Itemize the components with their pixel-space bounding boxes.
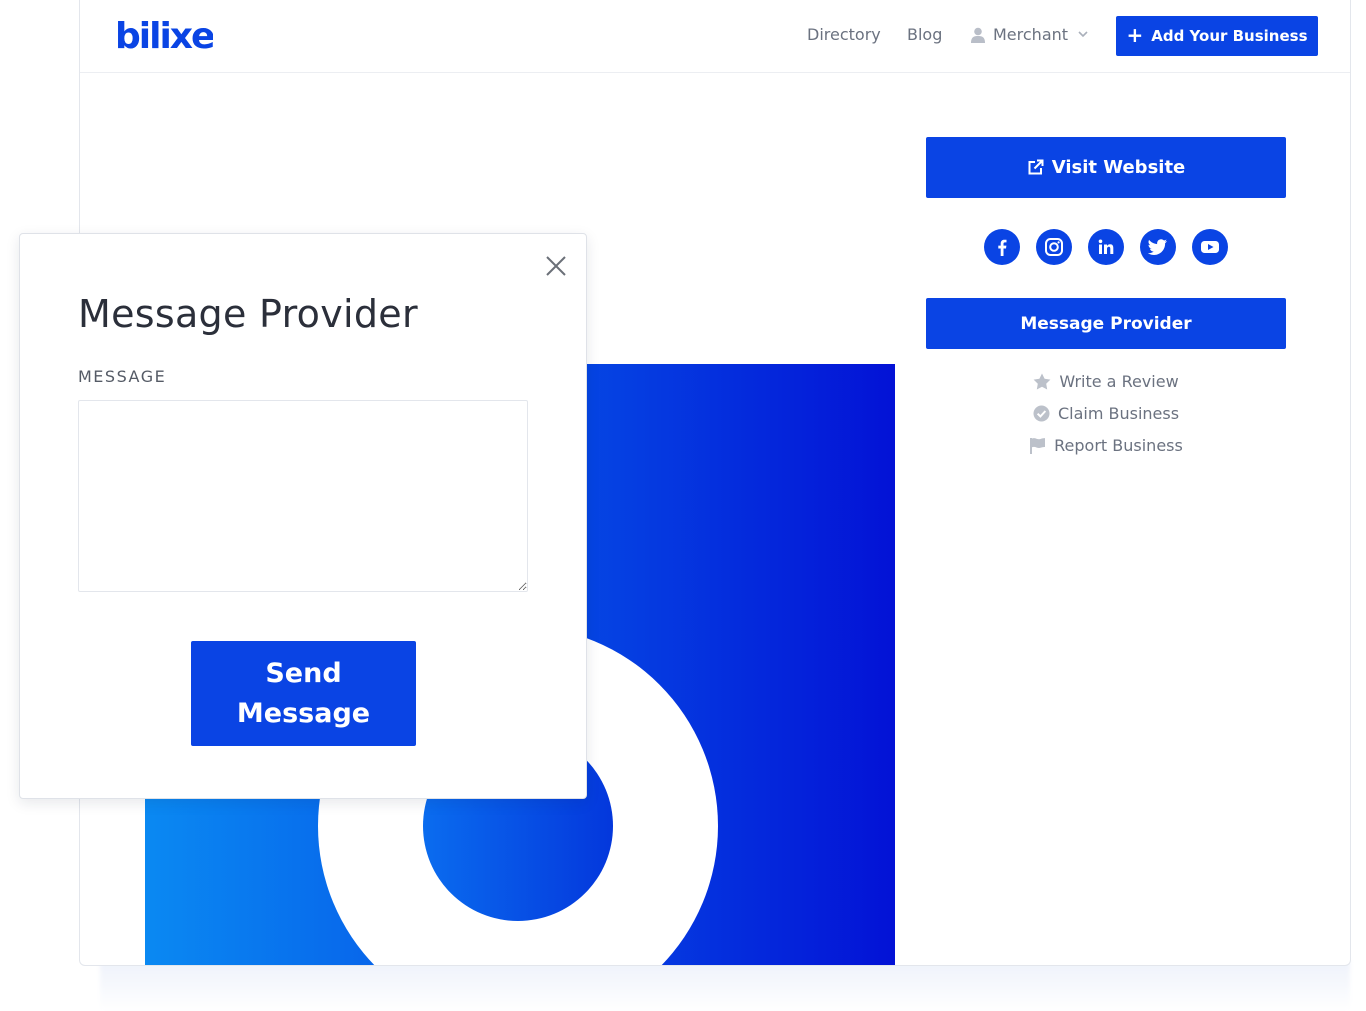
business-actions: Write a Review Claim Business Report Bus… <box>926 365 1286 461</box>
visit-website-label: Visit Website <box>1051 157 1186 178</box>
modal-title: Message Provider <box>78 292 418 336</box>
social-links <box>984 229 1228 265</box>
flag-icon <box>1030 437 1046 454</box>
check-circle-icon <box>1033 405 1050 421</box>
close-icon[interactable] <box>544 254 568 278</box>
message-textarea[interactable] <box>78 400 528 592</box>
star-icon <box>1033 373 1051 389</box>
nav-blog[interactable]: Blog <box>907 25 942 44</box>
facebook-icon[interactable] <box>984 229 1020 265</box>
visit-website-button[interactable]: Visit Website <box>926 137 1286 198</box>
linkedin-icon[interactable] <box>1088 229 1124 265</box>
site-header: bilixe Directory Blog Merchant + Add You… <box>80 0 1350 73</box>
report-business-label: Report Business <box>1054 435 1183 455</box>
message-provider-button[interactable]: Message Provider <box>926 298 1286 349</box>
nav-merchant[interactable]: Merchant <box>971 25 1088 44</box>
youtube-icon[interactable] <box>1192 229 1228 265</box>
write-review-link[interactable]: Write a Review <box>926 365 1286 397</box>
add-business-button[interactable]: + Add Your Business <box>1116 16 1318 56</box>
add-business-label: Add Your Business <box>1151 27 1308 45</box>
plus-icon: + <box>1126 23 1144 47</box>
svg-text:bilixe: bilixe <box>115 16 213 56</box>
claim-business-label: Claim Business <box>1057 403 1180 423</box>
chevron-down-icon <box>1078 31 1088 38</box>
send-message-button[interactable]: Send Message <box>191 641 416 746</box>
report-business-link[interactable]: Report Business <box>926 429 1286 461</box>
message-label: MESSAGE <box>78 367 167 386</box>
nav-merchant-label: Merchant <box>993 25 1069 44</box>
claim-business-link[interactable]: Claim Business <box>926 397 1286 429</box>
nav-directory[interactable]: Directory <box>807 25 881 44</box>
instagram-icon[interactable] <box>1036 229 1072 265</box>
twitter-icon[interactable] <box>1140 229 1176 265</box>
message-provider-modal: Message Provider MESSAGE Send Message <box>19 233 587 799</box>
write-review-label: Write a Review <box>1059 371 1179 391</box>
logo[interactable]: bilixe <box>113 12 213 56</box>
external-link-icon <box>1028 159 1044 175</box>
page-shadow <box>100 960 1350 1011</box>
user-icon <box>971 27 985 43</box>
